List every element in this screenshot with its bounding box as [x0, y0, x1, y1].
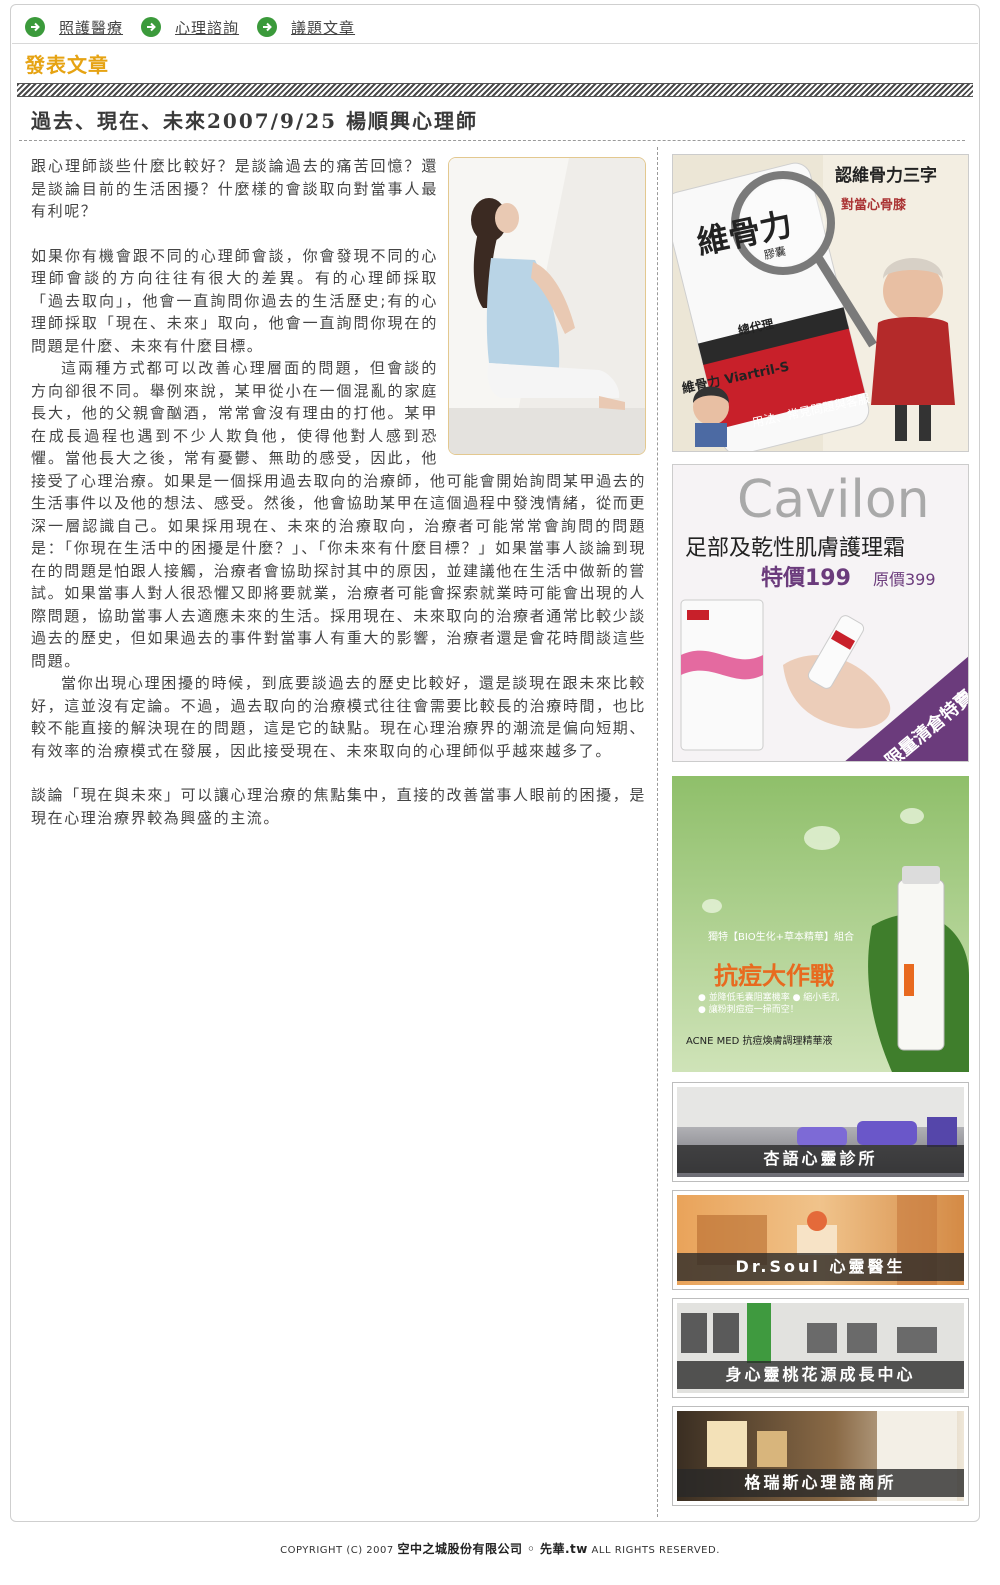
arrow-right-icon	[141, 17, 162, 37]
article-title: 過去、現在、未來2007/9/25 楊順興心理師	[31, 109, 478, 133]
ad-viartril[interactable]: 維骨力 膠囊 總代理 維骨力 Viartril-S 用法、常見問題與客服 認維骨…	[672, 154, 969, 452]
article-body: 跟心理師談些什麼比較好？是談論過去的痛苦回憶？還是談論目前的生活困擾？什麼樣的會…	[31, 155, 646, 829]
ad1-side-title: 認維骨力三字	[835, 165, 937, 186]
clinic-photo: Dr.Soul 心靈醫生	[677, 1195, 964, 1285]
ad3-tagline: 獨特【BIO生化+草本精華】組合	[708, 930, 854, 943]
clinic-label: Dr.Soul 心靈醫生	[677, 1253, 964, 1281]
column-divider	[657, 147, 658, 1517]
clinic-photo: 杏語心靈診所	[677, 1087, 964, 1177]
ad2-title: 足部及乾性肌膚護理霜	[685, 536, 905, 561]
article-paragraph: 談論「現在與未來」可以讓心理治療的焦點集中，直接的改善當事人眼前的困擾，是現在心…	[31, 786, 646, 827]
footer-prefix: COPYRIGHT (C) 2007	[280, 1545, 398, 1556]
footer-copyright: COPYRIGHT (C) 2007 空中之城股份有限公司 ◦ 先華.tw AL…	[0, 1540, 1000, 1557]
clinic-link-xingyu[interactable]: 杏語心靈診所	[672, 1082, 969, 1182]
hatched-divider	[17, 83, 973, 97]
nav-item-care[interactable]: 照護醫療	[25, 17, 123, 38]
ad1-side-sub: 對當心骨膝	[841, 197, 907, 213]
footer-suffix: ALL RIGHTS RESERVED.	[587, 1545, 720, 1556]
clinic-photo: 身心靈桃花源成長中心	[677, 1303, 964, 1393]
clinic-link-drsoul[interactable]: Dr.Soul 心靈醫生	[672, 1190, 969, 1290]
clinic-label: 杏語心靈診所	[677, 1145, 964, 1173]
ad3-bullet2: ● 讓粉刺痘痘一掃而空！	[698, 1003, 799, 1015]
arrow-right-icon	[257, 17, 278, 37]
nav-label[interactable]: 議題文章	[291, 17, 355, 38]
clinic-link-grace[interactable]: 格瑞斯心理諮商所	[672, 1406, 969, 1506]
ad2-original: 原價399	[873, 570, 936, 589]
ad2-brand: Cavilon	[737, 470, 930, 530]
nav-item-articles[interactable]: 議題文章	[257, 17, 355, 38]
clinic-label: 格瑞斯心理諮商所	[677, 1469, 964, 1497]
top-nav: 照護醫療 心理諮詢 議題文章	[25, 13, 373, 41]
clinic-link-taohuayuan[interactable]: 身心靈桃花源成長中心	[672, 1298, 969, 1398]
footer-company: 空中之城股份有限公司 ◦ 先華.tw	[397, 1542, 588, 1556]
ad-cavilon[interactable]: Cavilon 足部及乾性肌膚護理霜 特價199 原價399 限量清倉特賣	[672, 464, 969, 762]
nav-label[interactable]: 照護醫療	[59, 17, 123, 38]
ad3-product: ACNE MED 抗痘煥膚調理精華液	[686, 1034, 832, 1047]
nav-label[interactable]: 心理諮詢	[175, 17, 239, 38]
nav-divider	[12, 43, 978, 44]
ad-acnemed[interactable]: 獨特【BIO生化+草本精華】組合 抗痘大作戰 ● 並降低毛囊阻塞機率 ● 縮小毛…	[672, 776, 969, 1072]
arrow-right-icon	[25, 17, 45, 37]
nav-item-counseling[interactable]: 心理諮詢	[141, 17, 239, 38]
ad3-headline: 抗痘大作戰	[714, 962, 834, 990]
article-photo	[448, 157, 646, 455]
clinic-label: 身心靈桃花源成長中心	[677, 1361, 964, 1389]
clinic-photo: 格瑞斯心理諮商所	[677, 1411, 964, 1501]
ad2-price: 特價199	[761, 565, 851, 591]
ad3-bullet1: ● 並降低毛囊阻塞機率 ● 縮小毛孔	[698, 991, 839, 1003]
title-divider	[19, 140, 965, 141]
article-paragraph: 當你出現心理困擾的時候，到底要談過去的歷史比較好，還是談現在跟未來比較好，這並沒…	[31, 674, 646, 760]
section-title: 發表文章	[25, 53, 109, 77]
